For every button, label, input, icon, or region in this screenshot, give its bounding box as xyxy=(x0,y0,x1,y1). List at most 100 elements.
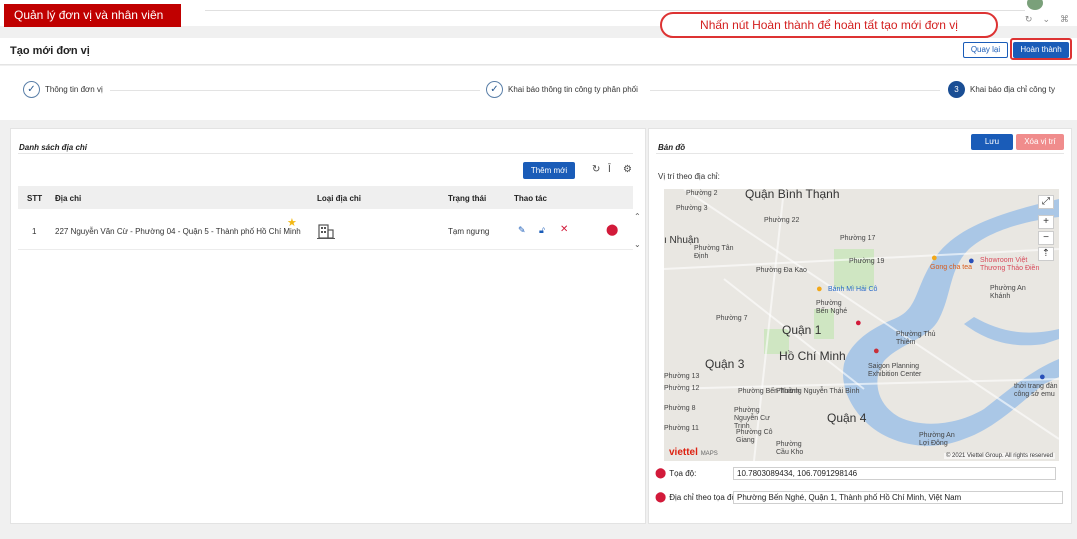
map-label: Phường Đa Kao xyxy=(756,267,807,274)
building-icon xyxy=(317,222,335,242)
map-label: Phường Cô Giang xyxy=(736,429,773,444)
top-icons: ↻ ⌄ ⌘ xyxy=(1025,14,1069,25)
location-pin-icon: ⬤ xyxy=(655,492,667,503)
column-header: STT xyxy=(27,194,43,203)
check-icon: ✓ xyxy=(486,81,503,98)
add-address-button[interactable]: Thêm mới xyxy=(523,162,575,179)
table-row[interactable]: 1 227 Nguyễn Văn Cừ - Phường 04 - Quận 5… xyxy=(18,212,633,250)
map-label: Phường An Khánh xyxy=(990,285,1026,300)
avatar[interactable] xyxy=(1027,0,1043,10)
viettel-maps-logo: viettel MAPS xyxy=(669,447,718,458)
unlock-icon[interactable]: 🔓︎ xyxy=(539,225,545,236)
map-label: Phường 11 xyxy=(664,425,699,432)
refresh-icon[interactable]: ↻ xyxy=(592,164,600,175)
map-poi-label: Showroom Việt Thương Thảo Điền xyxy=(980,257,1040,272)
map-marker-icon[interactable]: ● xyxy=(816,283,823,295)
location-pin-icon[interactable]: ⬤ xyxy=(606,223,618,236)
map-label: Phường Cầu Kho xyxy=(776,441,804,456)
location-pin-icon: ⬤ xyxy=(655,468,667,479)
back-button[interactable]: Quay lại xyxy=(963,42,1008,58)
map-label: Phường Nguyễn Thái Bình xyxy=(776,388,860,395)
row-stt: 1 xyxy=(32,227,37,236)
step-label: Khai báo thông tin công ty phân phối xyxy=(508,85,638,94)
edit-icon[interactable]: ✎ xyxy=(518,225,526,236)
gear-icon[interactable]: ⚙ xyxy=(623,164,632,175)
step-label: Thông tin đơn vị xyxy=(45,85,103,94)
row-status: Tạm ngưng xyxy=(448,227,490,236)
column-header: Loại địa chỉ xyxy=(317,194,362,203)
row-address: 227 Nguyễn Văn Cừ - Phường 04 - Quận 5 -… xyxy=(55,227,301,236)
step-label: Khai báo địa chỉ công ty xyxy=(970,85,1055,94)
divider xyxy=(656,153,1064,154)
address-label: ⬤ Địa chỉ theo tọa độ: xyxy=(655,492,739,503)
map-label: Phường Nguyễn Cư Trinh xyxy=(734,407,770,430)
compass-icon[interactable]: ⇡ xyxy=(1038,247,1054,261)
save-location-button[interactable]: Lưu xyxy=(971,134,1013,150)
step-2[interactable]: ✓ Khai báo thông tin công ty phân phối xyxy=(486,81,638,98)
map-label: Phường 12 xyxy=(664,385,700,392)
map-label: Quận 1 xyxy=(782,323,822,337)
map-label: Phường An Lợi Đông xyxy=(919,432,955,447)
chevron-down-icon[interactable]: ⌄ xyxy=(1042,14,1050,25)
step-connector xyxy=(650,90,940,91)
instruction-callout: Nhấn nút Hoàn thành để hoàn tất tạo mới … xyxy=(660,12,998,38)
table-header: STT Địa chỉ Loại địa chỉ Trạng thái Thao… xyxy=(18,186,633,209)
map-poi-label: thời trang đàn công sở emu xyxy=(1014,383,1058,398)
refresh-icon[interactable]: ↻ xyxy=(1025,14,1033,25)
check-icon: ✓ xyxy=(23,81,40,98)
delete-location-button[interactable]: Xóa vị trí xyxy=(1016,134,1064,150)
step-connector xyxy=(110,90,480,91)
map-poi-label: Saigon Planning Exhibition Center xyxy=(868,363,922,378)
scroll-up-icon[interactable]: ⌃ xyxy=(634,212,641,221)
map-marker-icon[interactable]: ● xyxy=(873,345,880,357)
column-header: Địa chỉ xyxy=(55,194,82,203)
map-label: Phường Tân Định xyxy=(694,245,734,260)
map-label: Phường Bến Nghé xyxy=(816,300,848,315)
address-list-title: Danh sách địa chỉ xyxy=(19,143,88,152)
column-header: Thao tác xyxy=(514,194,547,203)
finish-button-highlight xyxy=(1010,38,1072,60)
slide-caption: Quản lý đơn vị và nhân viên xyxy=(4,4,181,27)
step-number: 3 xyxy=(948,81,965,98)
delete-icon[interactable]: ✕ xyxy=(560,224,568,235)
fullscreen-icon[interactable]: ⤢ xyxy=(1038,195,1054,209)
map-label: Phường 7 xyxy=(716,315,748,322)
divider xyxy=(18,153,633,154)
map-label: Phường 19 xyxy=(849,258,885,265)
map-label: Phường 2 xyxy=(686,190,718,197)
step-3[interactable]: 3 Khai báo địa chỉ công ty xyxy=(948,81,1055,98)
map-panel-title: Bản đồ xyxy=(658,143,686,152)
column-filter-icon[interactable]: Ī xyxy=(608,164,611,175)
map-label: Phường 17 xyxy=(840,235,876,242)
map-label: Phường 13 xyxy=(664,373,700,380)
address-input[interactable]: Phường Bến Nghé, Quận 1, Thành phố Hồ Ch… xyxy=(733,491,1063,504)
top-divider xyxy=(205,10,1025,11)
map-poi-label: Bánh Mì Hải Cô xyxy=(828,286,878,293)
stepper: ✓ Thông tin đơn vị ✓ Khai báo thông tin … xyxy=(0,66,1077,120)
map-attribution: © 2021 Viettel Group. All rights reserve… xyxy=(943,453,1055,459)
scroll-down-icon[interactable]: ⌄ xyxy=(634,240,641,249)
page-title: Tạo mới đơn vị xyxy=(10,45,90,57)
map-marker-icon[interactable]: ● xyxy=(1039,371,1046,383)
zoom-in-button[interactable]: + xyxy=(1038,215,1054,229)
map-label: Phường Thủ Thiêm xyxy=(896,331,936,346)
column-header: Trạng thái xyxy=(448,194,487,203)
map-label: Hồ Chí Minh xyxy=(779,349,846,363)
page-header: Tạo mới đơn vị xyxy=(0,38,1077,65)
coords-input[interactable]: 10.7803089434, 106.7091298146 xyxy=(733,467,1056,480)
map-label: Phường 3 xyxy=(676,205,708,212)
map-label: Phường 8 xyxy=(664,405,696,412)
pin-window-icon[interactable]: ⌘ xyxy=(1060,14,1069,25)
map-label: Quận 3 xyxy=(705,357,745,371)
zoom-out-button[interactable]: − xyxy=(1038,231,1054,245)
star-icon[interactable]: ★ xyxy=(287,216,297,229)
location-caption: Vị trí theo địa chỉ: xyxy=(658,172,720,181)
map-marker-icon[interactable]: ● xyxy=(931,252,938,264)
step-1[interactable]: ✓ Thông tin đơn vị xyxy=(23,81,103,98)
map-marker-icon[interactable]: ● xyxy=(968,255,975,267)
map-poi-label: Gong cha tea xyxy=(930,264,973,271)
selected-location-marker-icon[interactable]: ● xyxy=(855,317,862,329)
map-label: Phường 22 xyxy=(764,217,800,224)
map-view[interactable]: Quận Bình Thạnh Quận 1 Hồ Chí Minh Quận … xyxy=(664,189,1059,461)
map-label: Quận Bình Thạnh xyxy=(745,189,840,201)
